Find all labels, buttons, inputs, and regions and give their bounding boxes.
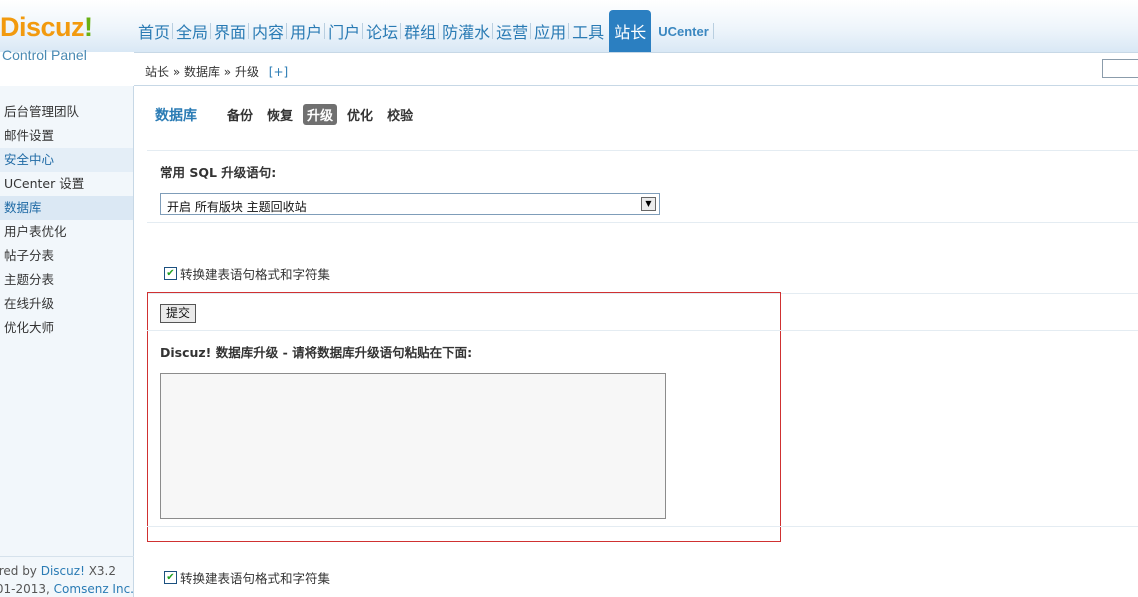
breadcrumb-text: 站长 » 数据库 » 升级 — [145, 65, 259, 79]
paste-sql-label: Discuz! 数据库升级 - 请将数据库升级语句粘贴在下面: — [160, 345, 473, 360]
sidebar-item-ucenter-settings[interactable]: UCenter 设置 — [0, 172, 133, 196]
convert-charset-row-top: ✔ 转换建表语句格式和字符集 — [164, 264, 330, 283]
tab-upgrade[interactable]: 升级 — [303, 104, 338, 125]
nav-plugin[interactable]: 应用 — [531, 10, 570, 52]
nav-tools[interactable]: 工具 — [569, 10, 607, 52]
divider — [147, 330, 1138, 331]
tab-optimize[interactable]: 优化 — [343, 104, 377, 125]
nav-content[interactable]: 内容 — [249, 10, 288, 52]
sidebar-item-post-split[interactable]: 帖子分表 — [0, 244, 133, 268]
breadcrumb: 站长 » 数据库 » 升级 [+] — [145, 63, 288, 80]
divider — [147, 526, 1138, 527]
breadcrumb-bar: 站长 » 数据库 » 升级 [+] — [134, 52, 1138, 86]
divider — [147, 150, 1138, 151]
database-subnav: 数据库 备份 恢复 升级 优化 校验 — [155, 104, 423, 125]
upgrade-sql-textarea[interactable] — [160, 373, 666, 519]
discuz-link[interactable]: Discuz! — [41, 564, 85, 578]
convert-charset-label: 转换建表语句格式和字符集 — [180, 267, 331, 282]
sql-upgrade-select[interactable]: 开启 所有版块 主题回收站 ▼ — [160, 193, 660, 215]
convert-charset-checkbox[interactable]: ✔ — [164, 267, 177, 280]
nav-user[interactable]: 用户 — [287, 10, 326, 52]
main-content: 数据库 备份 恢复 升级 优化 校验 常用 SQL 升级语句: 开启 所有版块 … — [135, 87, 1138, 597]
sidebar-item-online-upgrade[interactable]: 在线升级 — [0, 292, 133, 316]
sidebar-item-database[interactable]: 数据库 — [0, 196, 133, 220]
sidebar-item-member-optimize[interactable]: 用户表优化 — [0, 220, 133, 244]
submit-button[interactable]: 提交 — [160, 304, 196, 323]
comsenz-link[interactable]: Comsenz Inc. — [54, 582, 134, 596]
add-shortcut-link[interactable]: [+] — [269, 65, 288, 79]
nav-portal[interactable]: 门户 — [325, 10, 364, 52]
powered-by-footer: Powered by Discuz! X3.2 © 2001-2013, Com… — [0, 556, 134, 597]
sidebar-item-optimizer[interactable]: 优化大师 — [0, 316, 133, 340]
nav-group[interactable]: 群组 — [401, 10, 440, 52]
sidebar-item-security-center[interactable]: 安全中心 — [0, 148, 133, 172]
sql-upgrade-label: 常用 SQL 升级语句: — [160, 165, 277, 180]
nav-home[interactable]: 首页 — [135, 10, 174, 52]
dropdown-arrow-icon[interactable]: ▼ — [641, 197, 656, 211]
tab-restore[interactable]: 恢复 — [263, 104, 297, 125]
copyright-line: © 2001-2013, Comsenz Inc. — [0, 582, 134, 596]
top-navigation: 首页 全局 界面 内容 用户 门户 论坛 群组 防灌水 运营 应用 工具 站长 … — [135, 10, 714, 52]
convert-charset-label: 转换建表语句格式和字符集 — [180, 571, 331, 586]
nav-forum[interactable]: 论坛 — [363, 10, 402, 52]
sidebar-item-mail-settings[interactable]: 邮件设置 — [0, 124, 133, 148]
powered-by-line: Powered by Discuz! X3.2 — [0, 564, 116, 578]
logo-brand: Discuz! — [0, 12, 93, 42]
sql-upgrade-selected-value: 开启 所有版块 主题回收站 — [167, 200, 307, 214]
discuz-logo[interactable]: Discuz! Control Panel — [0, 10, 134, 63]
sidebar: 后台管理团队 邮件设置 安全中心 UCenter 设置 数据库 用户表优化 帖子… — [0, 86, 134, 597]
divider — [147, 222, 1138, 223]
tab-backup[interactable]: 备份 — [223, 104, 257, 125]
section-title: 数据库 — [155, 107, 197, 124]
nav-safe[interactable]: 防灌水 — [439, 10, 494, 52]
search-input[interactable] — [1102, 59, 1138, 78]
nav-extended[interactable]: 运营 — [493, 10, 532, 52]
sidebar-item-admin-team[interactable]: 后台管理团队 — [0, 100, 133, 124]
nav-founder[interactable]: 站长 — [609, 10, 652, 52]
nav-style[interactable]: 界面 — [211, 10, 250, 52]
logo-subtitle: Control Panel — [2, 47, 87, 63]
nav-ucenter[interactable]: UCenter — [653, 10, 714, 52]
tab-check[interactable]: 校验 — [383, 104, 417, 125]
sidebar-item-thread-split[interactable]: 主题分表 — [0, 268, 133, 292]
convert-charset-checkbox[interactable]: ✔ — [164, 571, 177, 584]
sidebar-menu: 后台管理团队 邮件设置 安全中心 UCenter 设置 数据库 用户表优化 帖子… — [0, 100, 133, 340]
convert-charset-row-bottom: ✔ 转换建表语句格式和字符集 — [164, 568, 330, 587]
header-bar: Discuz! Control Panel 首页 全局 界面 内容 用户 门户 … — [0, 0, 1138, 63]
nav-global[interactable]: 全局 — [173, 10, 212, 52]
